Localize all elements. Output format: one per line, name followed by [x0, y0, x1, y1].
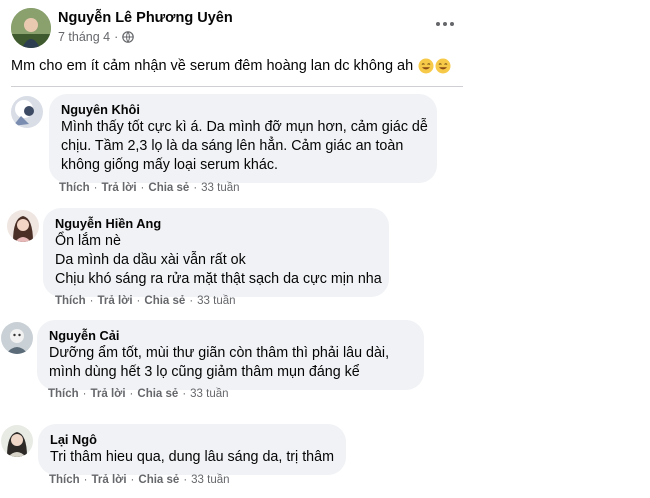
- comment-actions: Thích · Trả lời · Chia sẻ · 33 tuần: [48, 388, 229, 400]
- post-meta: 7 tháng 4 ·: [58, 30, 135, 44]
- smiling-face-icon: [418, 58, 434, 74]
- comment-time[interactable]: 33 tuần: [201, 182, 239, 194]
- comment-time[interactable]: 33 tuần: [190, 388, 228, 400]
- like-button[interactable]: Thích: [49, 474, 80, 486]
- post-author-avatar[interactable]: [11, 8, 51, 48]
- avatar[interactable]: [1, 425, 33, 457]
- comment-text-line: Tri thâm hieu qua, dung lâu sáng da, trị…: [50, 449, 334, 465]
- comment-bubble: Nguyễn Hiền Ang Ổn lắm nè Da mình da dầu…: [43, 208, 389, 297]
- comment-actions: Thích · Trả lời · Chia sẻ · 33 tuần: [49, 474, 230, 486]
- reply-button[interactable]: Trả lời: [102, 182, 137, 194]
- post-divider: [11, 86, 463, 87]
- post-text-content: Mm cho em ít cảm nhận về serum đêm hoàng…: [11, 58, 414, 74]
- comment-bubble: Lại Ngô Tri thâm hieu qua, dung lâu sáng…: [38, 424, 346, 475]
- comment-text-line: Da mình da dầu xài vẫn rất ok: [55, 252, 246, 268]
- post-text: Mm cho em ít cảm nhận về serum đêm hoàng…: [11, 58, 451, 74]
- share-button[interactable]: Chia sẻ: [138, 474, 179, 486]
- share-button[interactable]: Chia sẻ: [137, 388, 178, 400]
- comment-text-line: Mình thấy tốt cực kì á. Da mình đỡ mụn h…: [61, 119, 428, 135]
- comment-author[interactable]: Nguyễn Hiền Ang: [55, 215, 377, 232]
- like-button[interactable]: Thích: [55, 295, 86, 307]
- comment-actions: Thích · Trả lời · Chia sẻ · 33 tuần: [59, 182, 240, 194]
- share-button[interactable]: Chia sẻ: [148, 182, 189, 194]
- comment-text-line: Chịu khó sáng ra rửa mặt thật sạch da cự…: [55, 271, 382, 287]
- comment-actions: Thích · Trả lời · Chia sẻ · 33 tuần: [55, 295, 236, 307]
- like-button[interactable]: Thích: [59, 182, 90, 194]
- like-button[interactable]: Thích: [48, 388, 79, 400]
- smiling-face-icon: [435, 58, 451, 74]
- reply-button[interactable]: Trả lời: [91, 388, 126, 400]
- comment-time[interactable]: 33 tuần: [191, 474, 229, 486]
- comment-text-line: không giống mấy loại serum khác.: [61, 157, 278, 173]
- avatar[interactable]: [7, 210, 39, 242]
- comment-author[interactable]: Nguyễn Cải: [49, 327, 412, 344]
- reply-button[interactable]: Trả lời: [92, 474, 127, 486]
- avatar[interactable]: [1, 322, 33, 354]
- comment-bubble: Nguyễn Cải Dưỡng ẩm tốt, mùi thư giãn cò…: [37, 320, 424, 390]
- comment-text-line: Dưỡng ẩm tốt, mùi thư giãn còn thâm thì …: [49, 345, 390, 361]
- more-options-icon[interactable]: [430, 12, 460, 36]
- comment-author[interactable]: Nguyên Khôi: [61, 101, 425, 118]
- post-header: Nguyễn Lê Phương Uyên 7 tháng 4 ·: [0, 0, 650, 50]
- comment-text-line: Ổn lắm nè: [55, 233, 121, 249]
- comment-time[interactable]: 33 tuần: [197, 295, 235, 307]
- comment-text-line: mình dùng hết 3 lọ cũng giảm thâm mụn đá…: [49, 364, 360, 380]
- avatar[interactable]: [11, 96, 43, 128]
- post-date[interactable]: 7 tháng 4: [58, 30, 110, 44]
- comment-bubble: Nguyên Khôi Mình thấy tốt cực kì á. Da m…: [49, 94, 437, 183]
- post-author-name[interactable]: Nguyễn Lê Phương Uyên: [58, 10, 233, 26]
- comment-text-line: chịu. Tầm 2,3 lọ là da sáng lên hẳn. Cảm…: [61, 138, 404, 154]
- comment-author[interactable]: Lại Ngô: [50, 431, 334, 448]
- reply-button[interactable]: Trả lời: [98, 295, 133, 307]
- globe-icon: [122, 31, 135, 43]
- share-button[interactable]: Chia sẻ: [144, 295, 185, 307]
- meta-separator: ·: [114, 30, 119, 44]
